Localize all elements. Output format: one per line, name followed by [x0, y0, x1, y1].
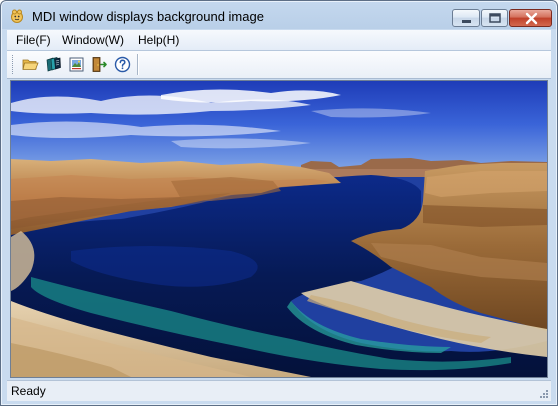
- exit-door-icon: [92, 57, 107, 72]
- minimize-button[interactable]: [452, 9, 480, 27]
- exit-button[interactable]: [91, 56, 108, 73]
- app-icon: [11, 9, 23, 23]
- maximize-button[interactable]: [481, 9, 508, 27]
- sheets-button[interactable]: [45, 56, 62, 73]
- size-grip-icon[interactable]: [537, 387, 549, 399]
- toolbar-separator: [137, 54, 138, 75]
- title-bar[interactable]: MDI window displays background image: [1, 1, 557, 30]
- window-title: MDI window displays background image: [32, 9, 264, 24]
- menu-file[interactable]: File(F): [16, 33, 51, 47]
- menu-bar: File(F) Window(W) Help(H): [7, 30, 551, 51]
- maximize-icon: [489, 13, 501, 23]
- toolbar: [7, 51, 551, 79]
- minimize-icon: [462, 20, 471, 23]
- status-text: Ready: [11, 384, 46, 398]
- menu-window[interactable]: Window(W): [62, 33, 124, 47]
- folder-open-icon: [22, 59, 39, 70]
- picture-properties-icon: [69, 57, 84, 72]
- picture-properties-button[interactable]: [68, 56, 85, 73]
- help-question-icon: [114, 56, 131, 73]
- close-icon: [525, 12, 538, 25]
- background-image: [11, 81, 547, 377]
- open-button[interactable]: [22, 56, 39, 73]
- app-window: MDI window displays background image Fil…: [0, 0, 558, 406]
- toolbar-grip[interactable]: [12, 55, 15, 74]
- sheets-icon: [46, 57, 61, 72]
- menu-help[interactable]: Help(H): [138, 33, 179, 47]
- status-bar: Ready: [7, 380, 551, 401]
- help-button[interactable]: [114, 56, 131, 73]
- mdi-client-area[interactable]: [10, 80, 548, 378]
- close-button[interactable]: [509, 9, 552, 27]
